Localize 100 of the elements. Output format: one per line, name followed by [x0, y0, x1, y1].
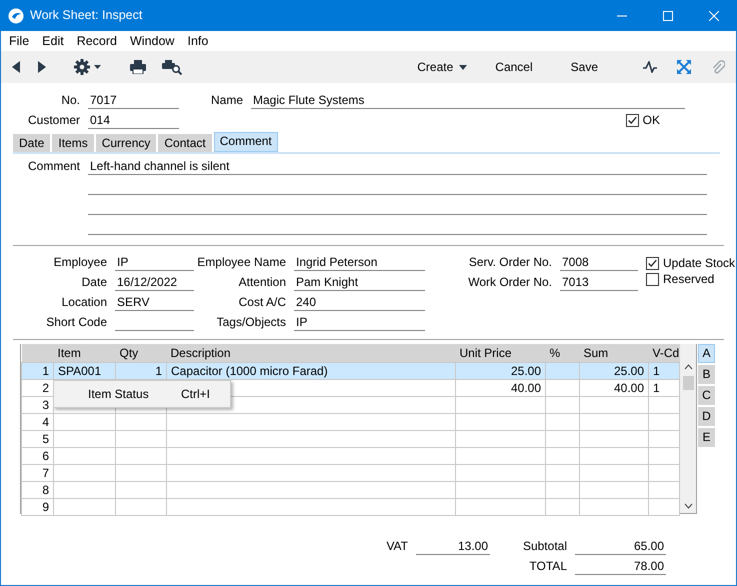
field-label: Tags/Objects [216, 314, 287, 331]
checkbox-label: Reserved [663, 271, 714, 288]
activity-icon[interactable] [643, 61, 657, 73]
input-field[interactable]: 7008 [560, 255, 638, 271]
field-label: Location [60, 294, 108, 311]
column-header: Unit Price [456, 344, 546, 362]
table-cell: 25.00 [456, 362, 546, 380]
table-cell: SPA001 [54, 362, 116, 380]
scroll-up-icon[interactable] [684, 364, 692, 370]
side-tab[interactable]: C [698, 386, 715, 405]
field-label: Employee Name [196, 254, 287, 271]
caret-icon [459, 64, 468, 70]
column-header: Sum [580, 344, 648, 362]
paperclip-icon[interactable] [711, 59, 725, 75]
input-field[interactable]: 65.00 [575, 539, 666, 555]
row-number: 6 [22, 448, 54, 464]
table-cell: 25.00 [580, 362, 648, 380]
maximize-icon[interactable] [663, 10, 673, 20]
field-label: Name [210, 92, 244, 109]
comment-line[interactable]: Left-hand channel is silent [88, 159, 707, 175]
checkbox[interactable] [646, 256, 659, 270]
checkbox[interactable] [626, 114, 639, 126]
column-header: V-Cd [648, 344, 680, 362]
input-field[interactable]: 7017 [88, 93, 179, 109]
input-field[interactable]: 7013 [560, 275, 638, 291]
input-field[interactable]: 16/12/2022 [115, 275, 194, 291]
tab[interactable]: Comment [214, 132, 278, 152]
scroll-thumb[interactable] [682, 376, 694, 390]
menu-item[interactable]: File [5, 32, 34, 50]
side-tab[interactable]: B [698, 365, 715, 384]
close-icon[interactable] [709, 10, 719, 20]
field-label: Customer [26, 112, 81, 129]
checkbox-label: OK [642, 112, 660, 129]
input-field[interactable]: Pam Knight [294, 275, 425, 291]
field-label: TOTAL [528, 558, 568, 575]
checkbox-label: Update Stock [663, 255, 736, 272]
field-label: Cost A/C [238, 294, 287, 311]
input-field[interactable]: Magic Flute Systems [251, 93, 685, 109]
checkbox[interactable] [646, 272, 659, 286]
dropdown-button[interactable]: Create [413, 55, 472, 79]
tab[interactable]: Date [13, 134, 50, 152]
row-number: 7 [22, 464, 54, 482]
row-number: 3 [22, 396, 54, 414]
row-number: 4 [22, 414, 54, 430]
gear-icon[interactable] [74, 59, 102, 75]
field-label: Subtotal [522, 538, 568, 555]
toolbar-button[interactable]: Cancel [491, 55, 537, 79]
column-header: Item [54, 344, 116, 362]
field-label: Comment [26, 158, 81, 175]
next-icon[interactable] [38, 61, 46, 73]
menu-item[interactable]: Info [183, 32, 212, 50]
field-label: Work Order No. [467, 274, 553, 291]
input-field[interactable]: Ingrid Peterson [294, 255, 425, 271]
menu-item[interactable]: Edit [38, 32, 68, 50]
table-cell: 1 [116, 362, 166, 380]
input-field[interactable]: IP [115, 255, 194, 271]
field-label: Date [80, 274, 108, 291]
row-number: 5 [22, 430, 54, 448]
expand-icon[interactable] [677, 60, 691, 74]
row-number: 1 [22, 362, 54, 380]
tab[interactable]: Contact [158, 134, 212, 152]
menu-item[interactable]: Window [126, 32, 178, 50]
input-field[interactable]: 13.00 [416, 539, 490, 555]
table-cell: 1 [648, 362, 680, 380]
column-header: % [546, 344, 580, 362]
table-cell: 40.00 [456, 380, 546, 396]
field-label: VAT [385, 538, 409, 555]
input-field[interactable]: 240 [294, 295, 425, 311]
input-field[interactable]: 014 [88, 113, 179, 129]
app-logo-icon [8, 8, 24, 24]
row-number: 8 [22, 482, 54, 498]
previous-icon[interactable] [12, 61, 20, 73]
table-cell: Capacitor (1000 micro Farad) [166, 362, 456, 380]
tab[interactable]: Items [52, 134, 94, 152]
input-field[interactable]: 78.00 [575, 559, 666, 575]
side-tab[interactable]: E [698, 428, 715, 447]
input-field[interactable]: SERV [115, 295, 194, 311]
menu-item[interactable]: Record [72, 32, 121, 50]
menu-item[interactable]: Item Status [88, 385, 181, 403]
input-field[interactable]: IP [294, 315, 425, 331]
side-tab[interactable]: D [698, 407, 715, 426]
table-cell: 40.00 [580, 380, 648, 396]
field-label: Serv. Order No. [468, 254, 553, 271]
printer-icon[interactable] [130, 60, 146, 74]
column-header: Description [166, 344, 456, 362]
row-number: 2 [22, 380, 54, 396]
shortcut-label: Ctrl+I [181, 386, 210, 403]
row-number: 9 [22, 498, 54, 516]
tab[interactable]: Currency [96, 134, 156, 152]
column-header: Qty [116, 344, 166, 362]
scroll-down-icon[interactable] [684, 503, 692, 509]
print-preview-icon[interactable] [162, 60, 182, 74]
toolbar-button[interactable]: Save [566, 55, 602, 79]
side-tab[interactable]: A [698, 344, 715, 363]
field-label: No. [60, 92, 81, 109]
field-label: Employee [52, 254, 108, 271]
table-cell: 1 [648, 380, 680, 396]
field-label: Attention [238, 274, 287, 291]
window-title: Work Sheet: Inspect [30, 7, 144, 24]
field-label: Short Code [45, 314, 108, 331]
